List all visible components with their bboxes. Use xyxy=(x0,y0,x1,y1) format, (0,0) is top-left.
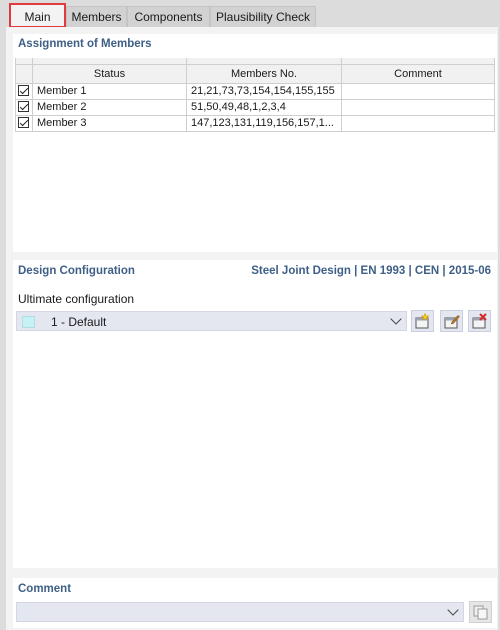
delete-configuration-button[interactable] xyxy=(468,310,491,332)
header-status[interactable]: Status xyxy=(32,63,187,84)
edit-configuration-button[interactable] xyxy=(440,310,463,332)
comment-cell[interactable] xyxy=(341,98,495,116)
table-row[interactable]: Member 1 21,21,73,73,154,154,155,155 xyxy=(15,82,495,100)
row-checkbox[interactable] xyxy=(18,100,29,112)
row-checkbox[interactable] xyxy=(18,116,29,128)
new-configuration-icon xyxy=(415,313,430,329)
design-standard-label: Steel Joint Design | EN 1993 | CEN | 201… xyxy=(251,265,491,277)
comment-copy-button[interactable] xyxy=(469,601,492,623)
row-checkbox[interactable] xyxy=(18,84,29,96)
chevron-down-icon xyxy=(447,604,459,616)
chevron-down-icon xyxy=(390,313,402,325)
status-cell[interactable]: Member 1 xyxy=(32,82,187,100)
design-configuration-panel: Design Configuration Steel Joint Design … xyxy=(13,260,497,568)
members-cell[interactable]: 51,50,49,48,1,2,3,4 xyxy=(186,98,342,116)
table-row[interactable]: Member 2 51,50,49,48,1,2,3,4 xyxy=(15,98,495,116)
comment-panel: Comment xyxy=(13,578,497,628)
tab-plausibility-check[interactable]: Plausibility Check xyxy=(210,6,316,27)
tab-bar: Main Members Components Plausibility Che… xyxy=(0,0,500,28)
status-cell[interactable]: Member 3 xyxy=(32,114,187,132)
table-header-row: Status Members No. Comment xyxy=(15,63,495,84)
ultimate-configuration-label: Ultimate configuration xyxy=(18,292,135,306)
ultimate-configuration-select[interactable]: 1 - Default xyxy=(16,311,407,331)
status-cell[interactable]: Member 2 xyxy=(32,98,187,116)
tab-components[interactable]: Components xyxy=(127,6,210,27)
members-table: Status Members No. Comment Member 1 21,2… xyxy=(15,58,495,132)
delete-configuration-icon xyxy=(472,313,487,329)
main-tab-content: Assignment of Members Status Members No.… xyxy=(6,27,498,630)
table-row[interactable]: Member 3 147,123,131,119,156,157,1... xyxy=(15,114,495,132)
comment-input[interactable] xyxy=(16,602,464,622)
members-cell[interactable]: 21,21,73,73,154,154,155,155 xyxy=(186,82,342,100)
comment-cell[interactable] xyxy=(341,114,495,132)
configuration-color-swatch xyxy=(22,316,35,328)
ultimate-configuration-value: 1 - Default xyxy=(51,315,107,329)
new-configuration-button[interactable] xyxy=(411,310,434,332)
header-checkbox-col xyxy=(15,63,33,84)
assignment-title: Assignment of Members xyxy=(18,38,152,50)
header-comment[interactable]: Comment xyxy=(341,63,495,84)
assignment-panel: Assignment of Members Status Members No.… xyxy=(13,34,497,252)
tab-members[interactable]: Members xyxy=(66,6,127,27)
edit-configuration-icon xyxy=(444,315,460,329)
comment-cell[interactable] xyxy=(341,82,495,100)
comment-title: Comment xyxy=(18,583,72,595)
tab-main[interactable]: Main xyxy=(9,3,66,28)
header-members-no[interactable]: Members No. xyxy=(186,63,342,84)
copy-icon xyxy=(473,605,488,620)
members-cell[interactable]: 147,123,131,119,156,157,1... xyxy=(186,114,342,132)
design-configuration-title: Design Configuration xyxy=(18,265,135,277)
